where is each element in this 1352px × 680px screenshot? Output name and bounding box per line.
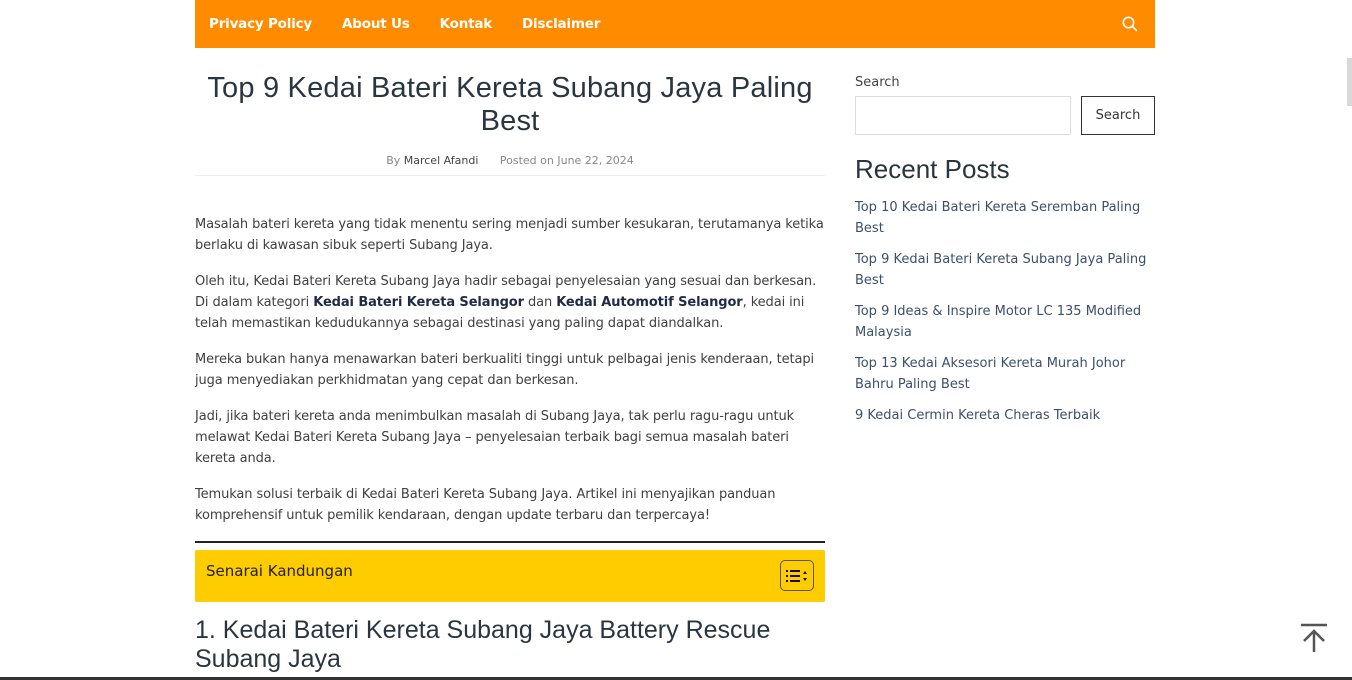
toc-toggle-button[interactable] bbox=[780, 560, 814, 591]
paragraph: Mereka bukan hanya menawarkan bateri ber… bbox=[195, 352, 815, 388]
search-form: Search bbox=[855, 96, 1155, 135]
link-kedai-automotif-selangor[interactable]: Kedai Automotif Selangor bbox=[556, 295, 743, 310]
page-title: Top 9 Kedai Bateri Kereta Subang Jaya Pa… bbox=[207, 72, 813, 137]
toc-header: Senarai Kandungan bbox=[195, 550, 825, 602]
table-of-contents: Senarai Kandungan bbox=[195, 541, 825, 602]
list-toggle-icon bbox=[786, 569, 807, 582]
arrow-up-to-line-icon bbox=[1301, 623, 1327, 652]
article-body: Masalah bateri kereta yang tidak menentu… bbox=[195, 214, 825, 526]
scrollbar-thumb[interactable] bbox=[1347, 58, 1352, 106]
sidebar: Search Search Recent Posts Top 10 Kedai … bbox=[855, 48, 1155, 436]
recent-post-link[interactable]: Top 9 Kedai Bateri Kereta Subang Jaya Pa… bbox=[855, 249, 1155, 291]
nav-about-us[interactable]: About Us bbox=[342, 16, 410, 32]
recent-posts-list: Top 10 Kedai Bateri Kereta Seremban Pali… bbox=[855, 197, 1155, 426]
toc-title: Senarai Kandungan bbox=[206, 562, 353, 580]
section-heading: 1. Kedai Bateri Kereta Subang Jaya Batte… bbox=[195, 616, 771, 673]
top-navigation: Privacy Policy About Us Kontak Disclaime… bbox=[195, 0, 1155, 48]
paragraph: Jadi, jika bateri kereta anda menimbulka… bbox=[195, 409, 795, 466]
back-to-top-button[interactable] bbox=[1299, 622, 1329, 654]
main-content: Top 9 Kedai Bateri Kereta Subang Jaya Pa… bbox=[195, 48, 825, 674]
paragraph-text: dan bbox=[523, 295, 557, 310]
nav-privacy-policy[interactable]: Privacy Policy bbox=[209, 16, 312, 32]
recent-post-link[interactable]: Top 10 Kedai Bateri Kereta Seremban Pali… bbox=[855, 197, 1155, 239]
link-kedai-bateri-selangor[interactable]: Kedai Bateri Kereta Selangor bbox=[313, 295, 524, 310]
nav-kontak[interactable]: Kontak bbox=[440, 16, 493, 32]
by-prefix: By bbox=[386, 154, 401, 167]
paragraph: Masalah bateri kereta yang tidak menentu… bbox=[195, 217, 824, 253]
posted-date: Posted on June 22, 2024 bbox=[499, 154, 634, 167]
recent-posts-title: Recent Posts bbox=[855, 154, 1010, 184]
search-icon[interactable] bbox=[1121, 15, 1139, 33]
search-input[interactable] bbox=[855, 96, 1071, 135]
recent-post-link[interactable]: Top 9 Ideas & Inspire Motor LC 135 Modif… bbox=[855, 301, 1155, 343]
post-meta: By Marcel Afandi Posted on June 22, 2024 bbox=[195, 154, 825, 176]
recent-post-link[interactable]: 9 Kedai Cermin Kereta Cheras Terbaik bbox=[855, 405, 1155, 426]
search-label: Search bbox=[855, 75, 900, 90]
paragraph: Oleh itu, Kedai Bateri Kereta Subang Jay… bbox=[195, 271, 825, 334]
nav-disclaimer[interactable]: Disclaimer bbox=[522, 16, 600, 32]
paragraph: Temukan solusi terbaik di Kedai Bateri K… bbox=[195, 487, 776, 523]
recent-post-link[interactable]: Top 13 Kedai Aksesori Kereta Murah Johor… bbox=[855, 353, 1155, 395]
search-button[interactable]: Search bbox=[1081, 96, 1155, 135]
author-link[interactable]: Marcel Afandi bbox=[404, 154, 479, 167]
